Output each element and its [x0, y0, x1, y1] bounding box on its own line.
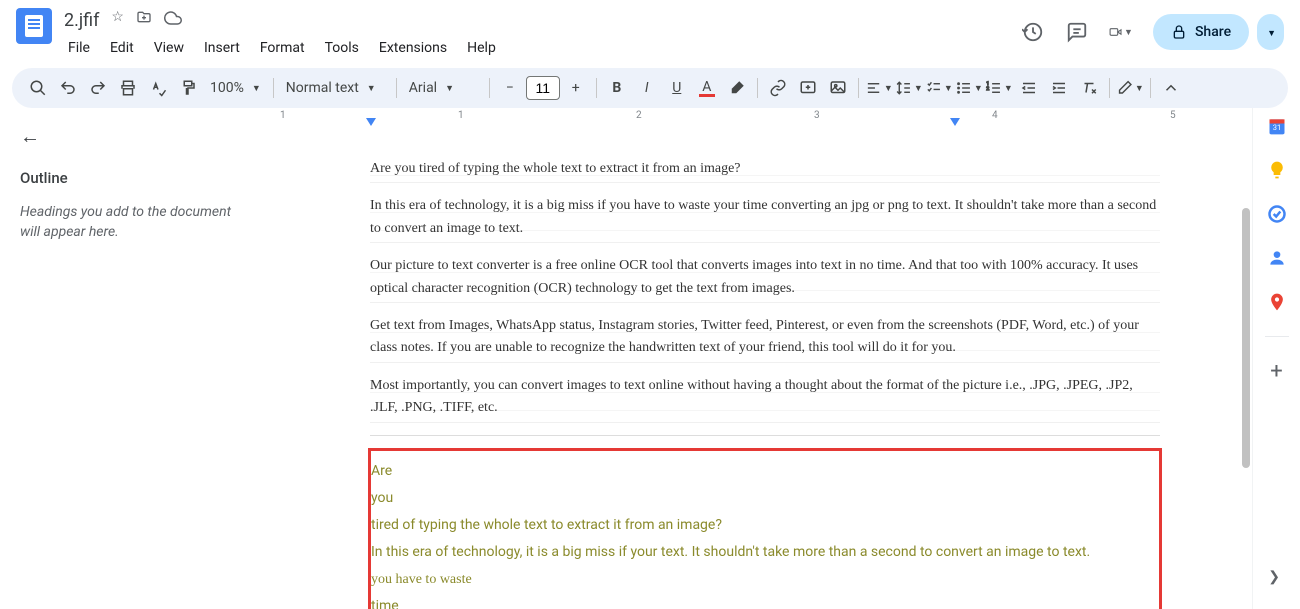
cloud-status-icon[interactable] [164, 9, 182, 31]
outline-panel: ← Outline Headings you add to the docume… [0, 108, 260, 609]
paragraph-style-select[interactable]: Normal text▼ [280, 80, 390, 96]
menu-extensions[interactable]: Extensions [371, 36, 455, 60]
italic-button[interactable]: I [633, 74, 661, 102]
toolbar: 100%▼ Normal text▼ Arial▼ − + B I U A ▼ … [12, 68, 1288, 108]
spellcheck-button[interactable] [144, 74, 172, 102]
editor-area: 1 1 2 3 4 5 Are you tired of typing the … [260, 108, 1252, 609]
add-addon-icon[interactable]: + [1267, 361, 1287, 381]
docs-logo[interactable] [16, 8, 52, 44]
zoom-select[interactable]: 100%▼ [204, 80, 267, 96]
increase-font-button[interactable]: + [562, 74, 590, 102]
print-button[interactable] [114, 74, 142, 102]
menu-format[interactable]: Format [252, 36, 313, 60]
ocr-result-box: Are you tired of typing the whole text t… [368, 448, 1162, 609]
underline-button[interactable]: U [663, 74, 691, 102]
outline-back-button[interactable]: ← [20, 124, 240, 149]
handwritten-paragraph: Are you tired of typing the whole text t… [370, 158, 1160, 183]
scroll-thumb[interactable] [1242, 208, 1250, 468]
left-indent-marker[interactable] [366, 118, 376, 126]
editing-mode-button[interactable]: ▼ [1116, 74, 1144, 102]
insert-link-button[interactable] [764, 74, 792, 102]
ocr-line: you [371, 488, 1159, 509]
outline-title: Outline [20, 169, 240, 187]
increase-indent-button[interactable] [1045, 74, 1073, 102]
paint-format-button[interactable] [174, 74, 202, 102]
move-icon[interactable] [136, 9, 152, 31]
handwritten-paragraph: Our picture to text converter is a free … [370, 255, 1160, 303]
comments-icon[interactable] [1065, 20, 1089, 44]
ocr-line: you have to waste [371, 569, 1159, 590]
document-title[interactable]: 2.jfif [64, 10, 99, 31]
calendar-icon[interactable]: 31 [1267, 116, 1287, 136]
star-icon[interactable]: ☆ [111, 9, 124, 31]
ocr-line: In this era of technology, it is a big m… [371, 542, 1159, 563]
share-dropdown[interactable]: ▼ [1257, 14, 1284, 50]
clear-formatting-button[interactable] [1075, 74, 1103, 102]
menu-insert[interactable]: Insert [196, 36, 248, 60]
text-color-button[interactable]: A [693, 74, 721, 102]
menu-help[interactable]: Help [459, 36, 504, 60]
numbered-list-button[interactable]: 12▼ [985, 74, 1013, 102]
menu-file[interactable]: File [60, 36, 98, 60]
svg-text:2: 2 [986, 86, 989, 92]
insert-image-button[interactable] [824, 74, 852, 102]
handwritten-paragraph: Get text from Images, WhatsApp status, I… [370, 315, 1160, 363]
side-panel: 31 + [1252, 108, 1300, 609]
decrease-font-button[interactable]: − [496, 74, 524, 102]
document-page[interactable]: Are you tired of typing the whole text t… [280, 128, 1250, 609]
contacts-icon[interactable] [1267, 248, 1287, 268]
line-spacing-button[interactable]: ▼ [895, 74, 923, 102]
menu-view[interactable]: View [146, 36, 192, 60]
ocr-line: Are [371, 461, 1159, 482]
ocr-line: tired of typing the whole text to extrac… [371, 515, 1159, 536]
menu-edit[interactable]: Edit [102, 36, 142, 60]
bulleted-list-button[interactable]: ▼ [955, 74, 983, 102]
outline-hint: Headings you add to the document will ap… [20, 203, 240, 242]
history-icon[interactable] [1021, 20, 1045, 44]
right-indent-marker[interactable] [950, 118, 960, 126]
share-label: Share [1195, 24, 1231, 40]
tasks-icon[interactable] [1267, 204, 1287, 224]
ocr-line: time [371, 596, 1159, 609]
share-button[interactable]: Share [1153, 14, 1249, 50]
undo-button[interactable] [54, 74, 82, 102]
font-size-input[interactable] [526, 76, 560, 100]
maps-icon[interactable] [1267, 292, 1287, 312]
bold-button[interactable]: B [603, 74, 631, 102]
search-button[interactable] [24, 74, 52, 102]
decrease-indent-button[interactable] [1015, 74, 1043, 102]
menu-tools[interactable]: Tools [317, 36, 367, 60]
keep-icon[interactable] [1267, 160, 1287, 180]
handwritten-paragraph: In this era of technology, it is a big m… [370, 195, 1160, 243]
align-button[interactable]: ▼ [865, 74, 893, 102]
vertical-scrollbar[interactable] [1240, 108, 1252, 609]
horizontal-ruler[interactable]: 1 1 2 3 4 5 [260, 108, 1252, 128]
handwritten-paragraph: Most importantly, you can convert images… [370, 375, 1160, 423]
redo-button[interactable] [84, 74, 112, 102]
font-family-select[interactable]: Arial▼ [403, 80, 483, 96]
checklist-button[interactable]: ▼ [925, 74, 953, 102]
highlight-button[interactable] [723, 74, 751, 102]
svg-text:31: 31 [1272, 123, 1280, 132]
show-side-panel-button[interactable]: ❯ [1268, 569, 1280, 585]
vertical-ruler[interactable] [260, 128, 280, 609]
collapse-toolbar-button[interactable] [1157, 74, 1185, 102]
insert-comment-button[interactable] [794, 74, 822, 102]
meet-icon[interactable]: ▼ [1109, 20, 1133, 44]
